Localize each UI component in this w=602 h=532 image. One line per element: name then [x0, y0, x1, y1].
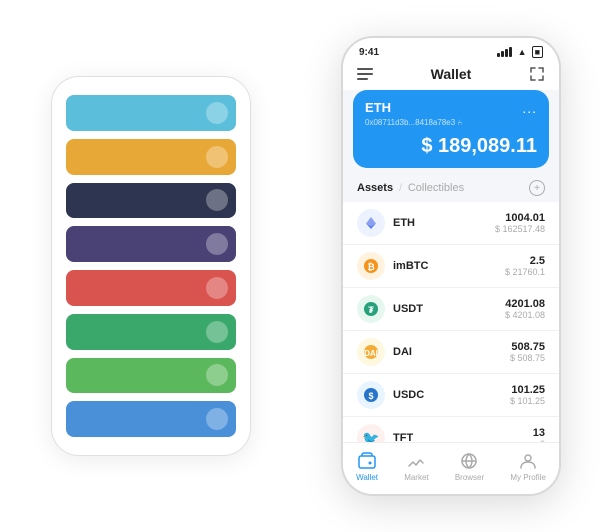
card-icon — [206, 146, 228, 168]
list-item[interactable] — [66, 139, 236, 175]
asset-amounts: 101.25 $ 101.25 — [510, 384, 545, 406]
list-item[interactable] — [66, 314, 236, 350]
eth-card[interactable]: ETH ... 0x08711d3b...8418a78e3 ⑃ $ 189,0… — [353, 90, 549, 168]
nav-profile-label: My Profile — [510, 473, 546, 482]
table-row[interactable]: ₮ USDT 4201.08 $ 4201.08 — [343, 288, 559, 331]
asset-amounts: 13 0 — [533, 427, 545, 442]
eth-symbol: ETH — [365, 100, 391, 115]
asset-amount: 13 — [533, 427, 545, 439]
tft-icon: 🐦 — [357, 424, 385, 442]
svg-text:$: $ — [368, 391, 373, 401]
asset-amounts: 4201.08 $ 4201.08 — [505, 298, 545, 320]
hamburger-button[interactable] — [357, 68, 373, 80]
asset-amounts: 508.75 $ 508.75 — [510, 341, 545, 363]
nav-market[interactable]: Market — [404, 451, 428, 482]
app-header: Wallet — [343, 62, 559, 90]
browser-icon — [459, 451, 479, 471]
nav-browser-label: Browser — [455, 473, 484, 482]
signal-bar-1 — [497, 53, 500, 57]
asset-amount: 4201.08 — [505, 298, 545, 310]
usdc-icon: $ — [357, 381, 385, 409]
phone-front: 9:41 ▲ ■ Wallet — [341, 36, 561, 496]
table-row[interactable]: DAI DAI 508.75 $ 508.75 — [343, 331, 559, 374]
eth-balance: $ 189,089.11 — [365, 135, 537, 158]
wifi-icon: ▲ — [518, 47, 527, 57]
dai-icon: DAI — [357, 338, 385, 366]
time-label: 9:41 — [359, 47, 379, 58]
svg-text:DAI: DAI — [364, 349, 378, 358]
asset-name: USDT — [393, 303, 505, 315]
status-bar: 9:41 ▲ ■ — [343, 38, 559, 62]
page-title: Wallet — [431, 66, 472, 82]
table-row[interactable]: $ USDC 101.25 $ 101.25 — [343, 374, 559, 417]
table-row[interactable]: ₿ imBTC 2.5 $ 21760.1 — [343, 245, 559, 288]
hamburger-line — [357, 73, 373, 75]
svg-text:₮: ₮ — [368, 305, 374, 315]
card-icon — [206, 102, 228, 124]
asset-list: ETH 1004.01 $ 162517.48 ₿ imBTC 2.5 $ — [343, 202, 559, 442]
hamburger-line — [357, 78, 368, 80]
asset-name: ETH — [393, 217, 495, 229]
expand-button[interactable] — [529, 66, 545, 82]
status-icons: ▲ ■ — [497, 46, 543, 58]
hamburger-line — [357, 68, 373, 70]
nav-wallet-label: Wallet — [356, 473, 378, 482]
list-item[interactable] — [66, 401, 236, 437]
signal-bar-4 — [509, 47, 512, 57]
asset-name: TFT — [393, 432, 533, 442]
tab-collectibles[interactable]: Collectibles — [408, 182, 464, 194]
asset-amount: 508.75 — [510, 341, 545, 353]
scene: 9:41 ▲ ■ Wallet — [21, 11, 581, 521]
signal-bar-2 — [501, 51, 504, 57]
card-icon — [206, 189, 228, 211]
battery-icon: ■ — [532, 46, 543, 58]
asset-usd: $ 4201.08 — [505, 310, 545, 320]
table-row[interactable]: ETH 1004.01 $ 162517.48 — [343, 202, 559, 245]
card-icon — [206, 233, 228, 255]
imbtc-icon: ₿ — [357, 252, 385, 280]
nav-wallet[interactable]: Wallet — [356, 451, 378, 482]
bottom-nav: Wallet Market Browser — [343, 442, 559, 494]
card-icon — [206, 408, 228, 430]
table-row[interactable]: 🐦 TFT 13 0 — [343, 417, 559, 442]
card-icon — [206, 364, 228, 386]
eth-icon — [357, 209, 385, 237]
asset-usd: $ 21760.1 — [505, 267, 545, 277]
list-item[interactable] — [66, 358, 236, 394]
nav-browser[interactable]: Browser — [455, 451, 484, 482]
assets-header: Assets / Collectibles + — [343, 176, 559, 202]
wallet-icon — [357, 451, 377, 471]
asset-usd: $ 508.75 — [510, 353, 545, 363]
list-item[interactable] — [66, 183, 236, 219]
asset-name: imBTC — [393, 260, 505, 272]
nav-profile[interactable]: My Profile — [510, 451, 546, 482]
list-item[interactable] — [66, 95, 236, 131]
tab-assets[interactable]: Assets — [357, 182, 393, 194]
profile-icon — [518, 451, 538, 471]
asset-amount: 1004.01 — [495, 212, 545, 224]
card-icon — [206, 277, 228, 299]
assets-tabs: Assets / Collectibles — [357, 182, 464, 194]
tab-divider: / — [399, 183, 402, 194]
phone-back — [51, 76, 251, 456]
signal-bar-3 — [505, 49, 508, 57]
asset-usd: $ 162517.48 — [495, 224, 545, 234]
list-item[interactable] — [66, 226, 236, 262]
asset-amount: 101.25 — [510, 384, 545, 396]
market-icon — [406, 451, 426, 471]
svg-text:₿: ₿ — [367, 262, 374, 272]
eth-more-button[interactable]: ... — [522, 100, 537, 116]
add-asset-button[interactable]: + — [529, 180, 545, 196]
asset-name: DAI — [393, 346, 510, 358]
asset-amount: 2.5 — [505, 255, 545, 267]
eth-address: 0x08711d3b...8418a78e3 ⑃ — [365, 118, 537, 127]
usdt-icon: ₮ — [357, 295, 385, 323]
asset-amounts: 1004.01 $ 162517.48 — [495, 212, 545, 234]
card-icon — [206, 321, 228, 343]
asset-amounts: 2.5 $ 21760.1 — [505, 255, 545, 277]
nav-market-label: Market — [404, 473, 428, 482]
asset-name: USDC — [393, 389, 510, 401]
asset-usd: $ 101.25 — [510, 396, 545, 406]
list-item[interactable] — [66, 270, 236, 306]
